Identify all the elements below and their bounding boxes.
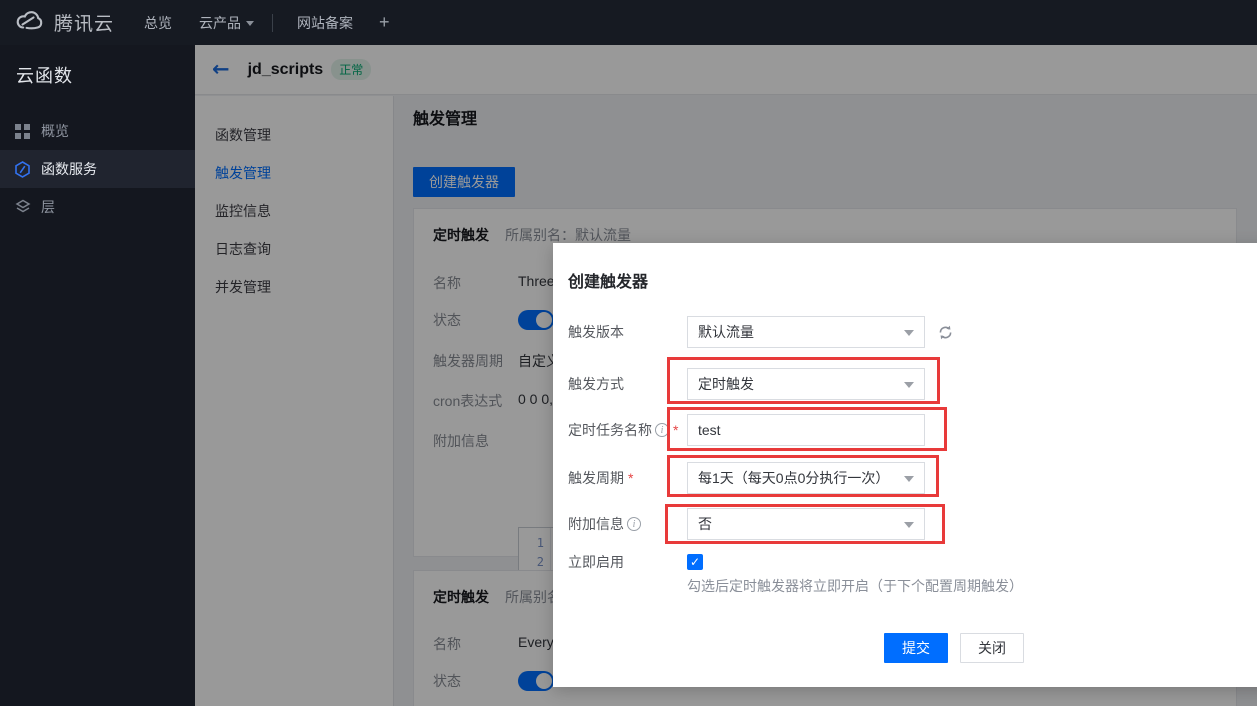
top-nav-items: 总览 云产品 网站备案 + — [114, 12, 390, 33]
chevron-down-icon — [904, 522, 914, 528]
tencent-cloud-logo-icon — [14, 9, 45, 37]
info-icon[interactable]: i — [655, 423, 669, 437]
field-label-trigger-version: 触发版本 — [568, 322, 687, 342]
modal-title: 创建触发器 — [568, 268, 648, 292]
sidebar-item-function-service[interactable]: 函数服务 — [0, 150, 195, 188]
trigger-method-select[interactable]: 定时触发 — [687, 368, 925, 400]
sidebar-item-label: 函数服务 — [41, 159, 97, 179]
sidebar-menu: 概览 函数服务 层 — [0, 112, 195, 226]
info-icon[interactable]: i — [627, 517, 641, 531]
task-name-input[interactable] — [687, 414, 925, 446]
nav-products[interactable]: 云产品 — [199, 13, 254, 33]
enable-now-checkbox[interactable]: ✓ — [687, 554, 703, 570]
function-icon — [14, 161, 31, 178]
chevron-down-icon — [246, 21, 254, 26]
sidebar-item-label: 概览 — [41, 121, 69, 141]
nav-add-tab-button[interactable]: + — [379, 12, 390, 33]
refresh-icon[interactable] — [937, 323, 955, 341]
sidebar-item-overview[interactable]: 概览 — [0, 112, 195, 150]
grid-icon — [14, 123, 31, 140]
nav-overview[interactable]: 总览 — [144, 13, 172, 33]
required-mark: * — [628, 470, 633, 486]
top-navbar: 腾讯云 总览 云产品 网站备案 + — [0, 0, 1257, 45]
enable-now-help-text: 勾选后定时触发器将立即开启（于下个配置周期触发） — [687, 576, 1023, 596]
required-mark: * — [673, 422, 678, 438]
chevron-down-icon — [904, 476, 914, 482]
brand-name: 腾讯云 — [54, 9, 114, 36]
sidebar-item-layers[interactable]: 层 — [0, 188, 195, 226]
layers-icon — [14, 199, 31, 216]
field-label-trigger-method: 触发方式 — [568, 374, 687, 394]
app-window: 腾讯云 总览 云产品 网站备案 + 云函数 概览 — [0, 0, 1257, 706]
sidebar-item-label: 层 — [41, 197, 55, 217]
trigger-cycle-select[interactable]: 每1天（每天0点0分执行一次） — [687, 462, 925, 494]
brand[interactable]: 腾讯云 — [14, 9, 114, 37]
field-label-extra-info: 附加信息 i — [568, 514, 687, 534]
nav-divider — [272, 14, 273, 32]
chevron-down-icon — [904, 382, 914, 388]
submit-button[interactable]: 提交 — [884, 633, 948, 663]
field-label-trigger-cycle: 触发周期 * — [568, 468, 687, 488]
nav-beian[interactable]: 网站备案 — [297, 13, 353, 33]
extra-info-select[interactable]: 否 — [687, 508, 925, 540]
close-button[interactable]: 关闭 — [960, 633, 1024, 663]
trigger-version-select[interactable]: 默认流量 — [687, 316, 925, 348]
chevron-down-icon — [904, 330, 914, 336]
create-trigger-modal: 创建触发器 触发版本 默认流量 触发方式 定时触发 — [553, 243, 1257, 687]
field-label-enable-now: 立即启用 — [568, 552, 687, 572]
field-label-task-name: 定时任务名称 i * — [568, 420, 687, 440]
product-sidebar: 云函数 概览 函数服务 层 — [0, 45, 195, 706]
sidebar-title: 云函数 — [0, 45, 195, 88]
